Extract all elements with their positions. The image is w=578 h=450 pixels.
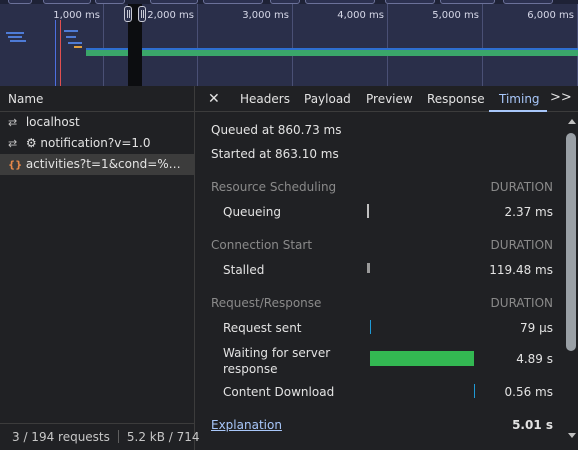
overview-right-handle[interactable] <box>138 6 146 22</box>
overview-pill[interactable] <box>8 0 32 4</box>
timing-value-request-sent: 79 µs <box>520 321 553 335</box>
duration-header: DURATION <box>490 238 553 252</box>
overview-dom-content-line <box>55 20 56 86</box>
timing-value-stalled: 119.48 ms <box>489 263 553 277</box>
scrollbar-thumb[interactable] <box>566 133 576 351</box>
timing-value-queueing: 2.37 ms <box>504 205 553 219</box>
timing-label-stalled: Stalled <box>223 263 265 277</box>
request-row-activities[interactable]: {} activities?t=1&cond=%7B%... <box>0 154 194 175</box>
overview-gridline <box>387 4 388 86</box>
started-at: Started at 863.10 ms <box>211 147 339 161</box>
overview-gridline <box>197 4 198 86</box>
overview-request-bar <box>74 46 82 48</box>
overview-tick-label: 6,000 ms <box>527 10 574 21</box>
overview-pill[interactable] <box>305 0 375 4</box>
request-name: activities?t=1&cond=%7B%... <box>25 157 194 171</box>
request-detail-panel: ✕ Headers Payload Preview Response Timin… <box>195 86 578 450</box>
timing-label-waiting: Waiting for server response <box>223 346 331 376</box>
overview-tick-label: 5,000 ms <box>432 10 479 21</box>
overview-request-bar <box>10 40 26 42</box>
waiting-bar <box>370 351 474 366</box>
overview-gridline <box>482 4 483 86</box>
name-column-header[interactable]: Name <box>0 86 194 112</box>
overview-pill[interactable] <box>43 0 91 4</box>
transfer-icon: ⇄ <box>8 137 18 150</box>
overview-tick-label: 4,000 ms <box>337 10 384 21</box>
request-row-localhost[interactable]: ⇄ localhost <box>0 112 194 133</box>
stalled-marker <box>367 263 370 273</box>
total-duration: 5.01 s <box>512 418 553 432</box>
section-title: Connection Start <box>211 238 313 252</box>
tab-headers[interactable]: Headers <box>240 86 290 112</box>
overview-tick-label: 1,000 ms <box>53 10 100 21</box>
overview-gridline <box>103 4 104 86</box>
scroll-up-icon[interactable] <box>568 119 576 124</box>
timing-content: Queued at 860.73 ms Started at 863.10 ms… <box>195 113 578 450</box>
timing-label-queueing: Queueing <box>223 205 281 219</box>
request-row-notification[interactable]: ⇄ ⚙ notification?v=1.0 <box>0 133 194 154</box>
section-title: Request/Response <box>211 296 322 310</box>
scroll-down-icon[interactable] <box>568 433 576 438</box>
overview-load-line <box>60 20 61 86</box>
timeline-overview[interactable]: 1,000 ms 2,000 ms 3,000 ms 4,000 ms 5,00… <box>0 0 578 86</box>
queueing-marker <box>367 204 369 218</box>
overview-request-bar <box>8 36 22 38</box>
vertical-scrollbar[interactable] <box>564 113 578 442</box>
overview-gridline <box>292 4 293 86</box>
timing-label-content-download: Content Download <box>223 385 335 399</box>
request-list-panel: Name ⇄ localhost ⇄ ⚙ notification?v=1.0 … <box>0 86 200 450</box>
overview-pill[interactable] <box>95 0 125 4</box>
queued-at: Queued at 860.73 ms <box>211 123 342 137</box>
overview-long-request-bar <box>86 48 578 56</box>
transfer-size: 5.2 kB / 714 <box>126 430 200 444</box>
tab-preview[interactable]: Preview <box>366 86 413 112</box>
overview-pill[interactable] <box>385 0 435 4</box>
request-sent-marker <box>370 320 371 334</box>
overview-request-bar <box>6 32 24 34</box>
duration-header: DURATION <box>490 180 553 194</box>
overview-left-handle[interactable] <box>124 6 132 22</box>
overview-tick-label: 3,000 ms <box>242 10 289 21</box>
explanation-link[interactable]: Explanation <box>211 418 282 432</box>
overview-pill[interactable] <box>203 0 263 4</box>
tab-payload[interactable]: Payload <box>304 86 351 112</box>
xhr-icon: {} <box>8 160 23 171</box>
tab-response[interactable]: Response <box>427 86 485 112</box>
overview-pill[interactable] <box>150 0 198 4</box>
section-title: Resource Scheduling <box>211 180 337 194</box>
duration-header: DURATION <box>490 296 553 310</box>
request-name: localhost <box>25 115 80 129</box>
active-tab-indicator <box>489 110 547 112</box>
overview-request-bar <box>66 36 76 38</box>
overview-request-bar <box>64 30 78 32</box>
close-icon[interactable]: ✕ <box>208 91 220 107</box>
overview-pill[interactable] <box>503 0 553 4</box>
overview-pill[interactable] <box>440 0 495 4</box>
footer-divider <box>117 430 119 443</box>
overview-pill[interactable] <box>270 0 300 4</box>
overview-request-bar <box>68 42 82 44</box>
transfer-icon: ⇄ <box>8 116 18 129</box>
timing-value-content-download: 0.56 ms <box>504 385 553 399</box>
timing-label-request-sent: Request sent <box>223 321 302 335</box>
request-name: ⚙ notification?v=1.0 <box>25 136 151 150</box>
detail-tab-bar: ✕ Headers Payload Preview Response Timin… <box>195 86 578 112</box>
tab-timing[interactable]: Timing <box>499 86 540 112</box>
request-count: 3 / 194 requests <box>12 430 110 444</box>
request-summary-bar: 3 / 194 requests 5.2 kB / 714 <box>0 423 200 450</box>
more-tabs-icon[interactable]: >> <box>550 90 572 105</box>
timing-value-waiting: 4.89 s <box>516 352 553 366</box>
content-download-marker <box>474 384 475 398</box>
